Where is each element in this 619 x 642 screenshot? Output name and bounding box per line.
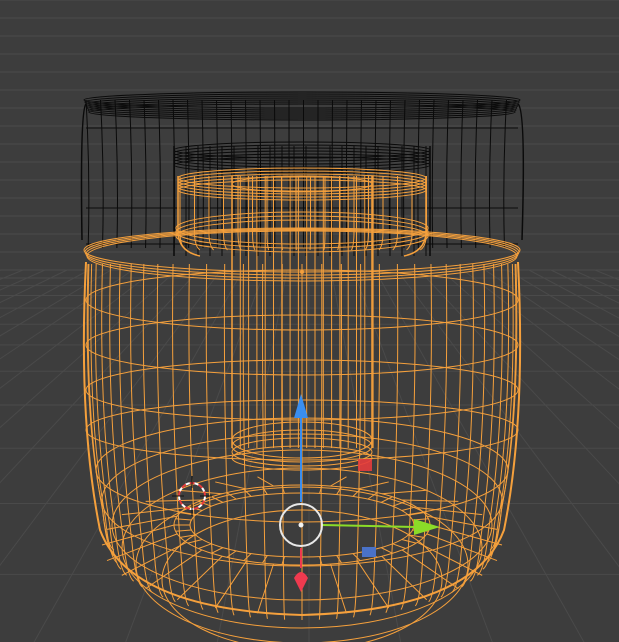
3d-viewport[interactable] [0,0,619,642]
cap-wire [259,99,262,249]
gizmo-xy-plane-handle[interactable] [362,547,376,557]
gizmo-center-dot [298,522,304,528]
cap-wire [345,99,348,249]
object-origin-dot [300,270,304,274]
gizmo-xz-plane-handle[interactable] [358,459,372,471]
